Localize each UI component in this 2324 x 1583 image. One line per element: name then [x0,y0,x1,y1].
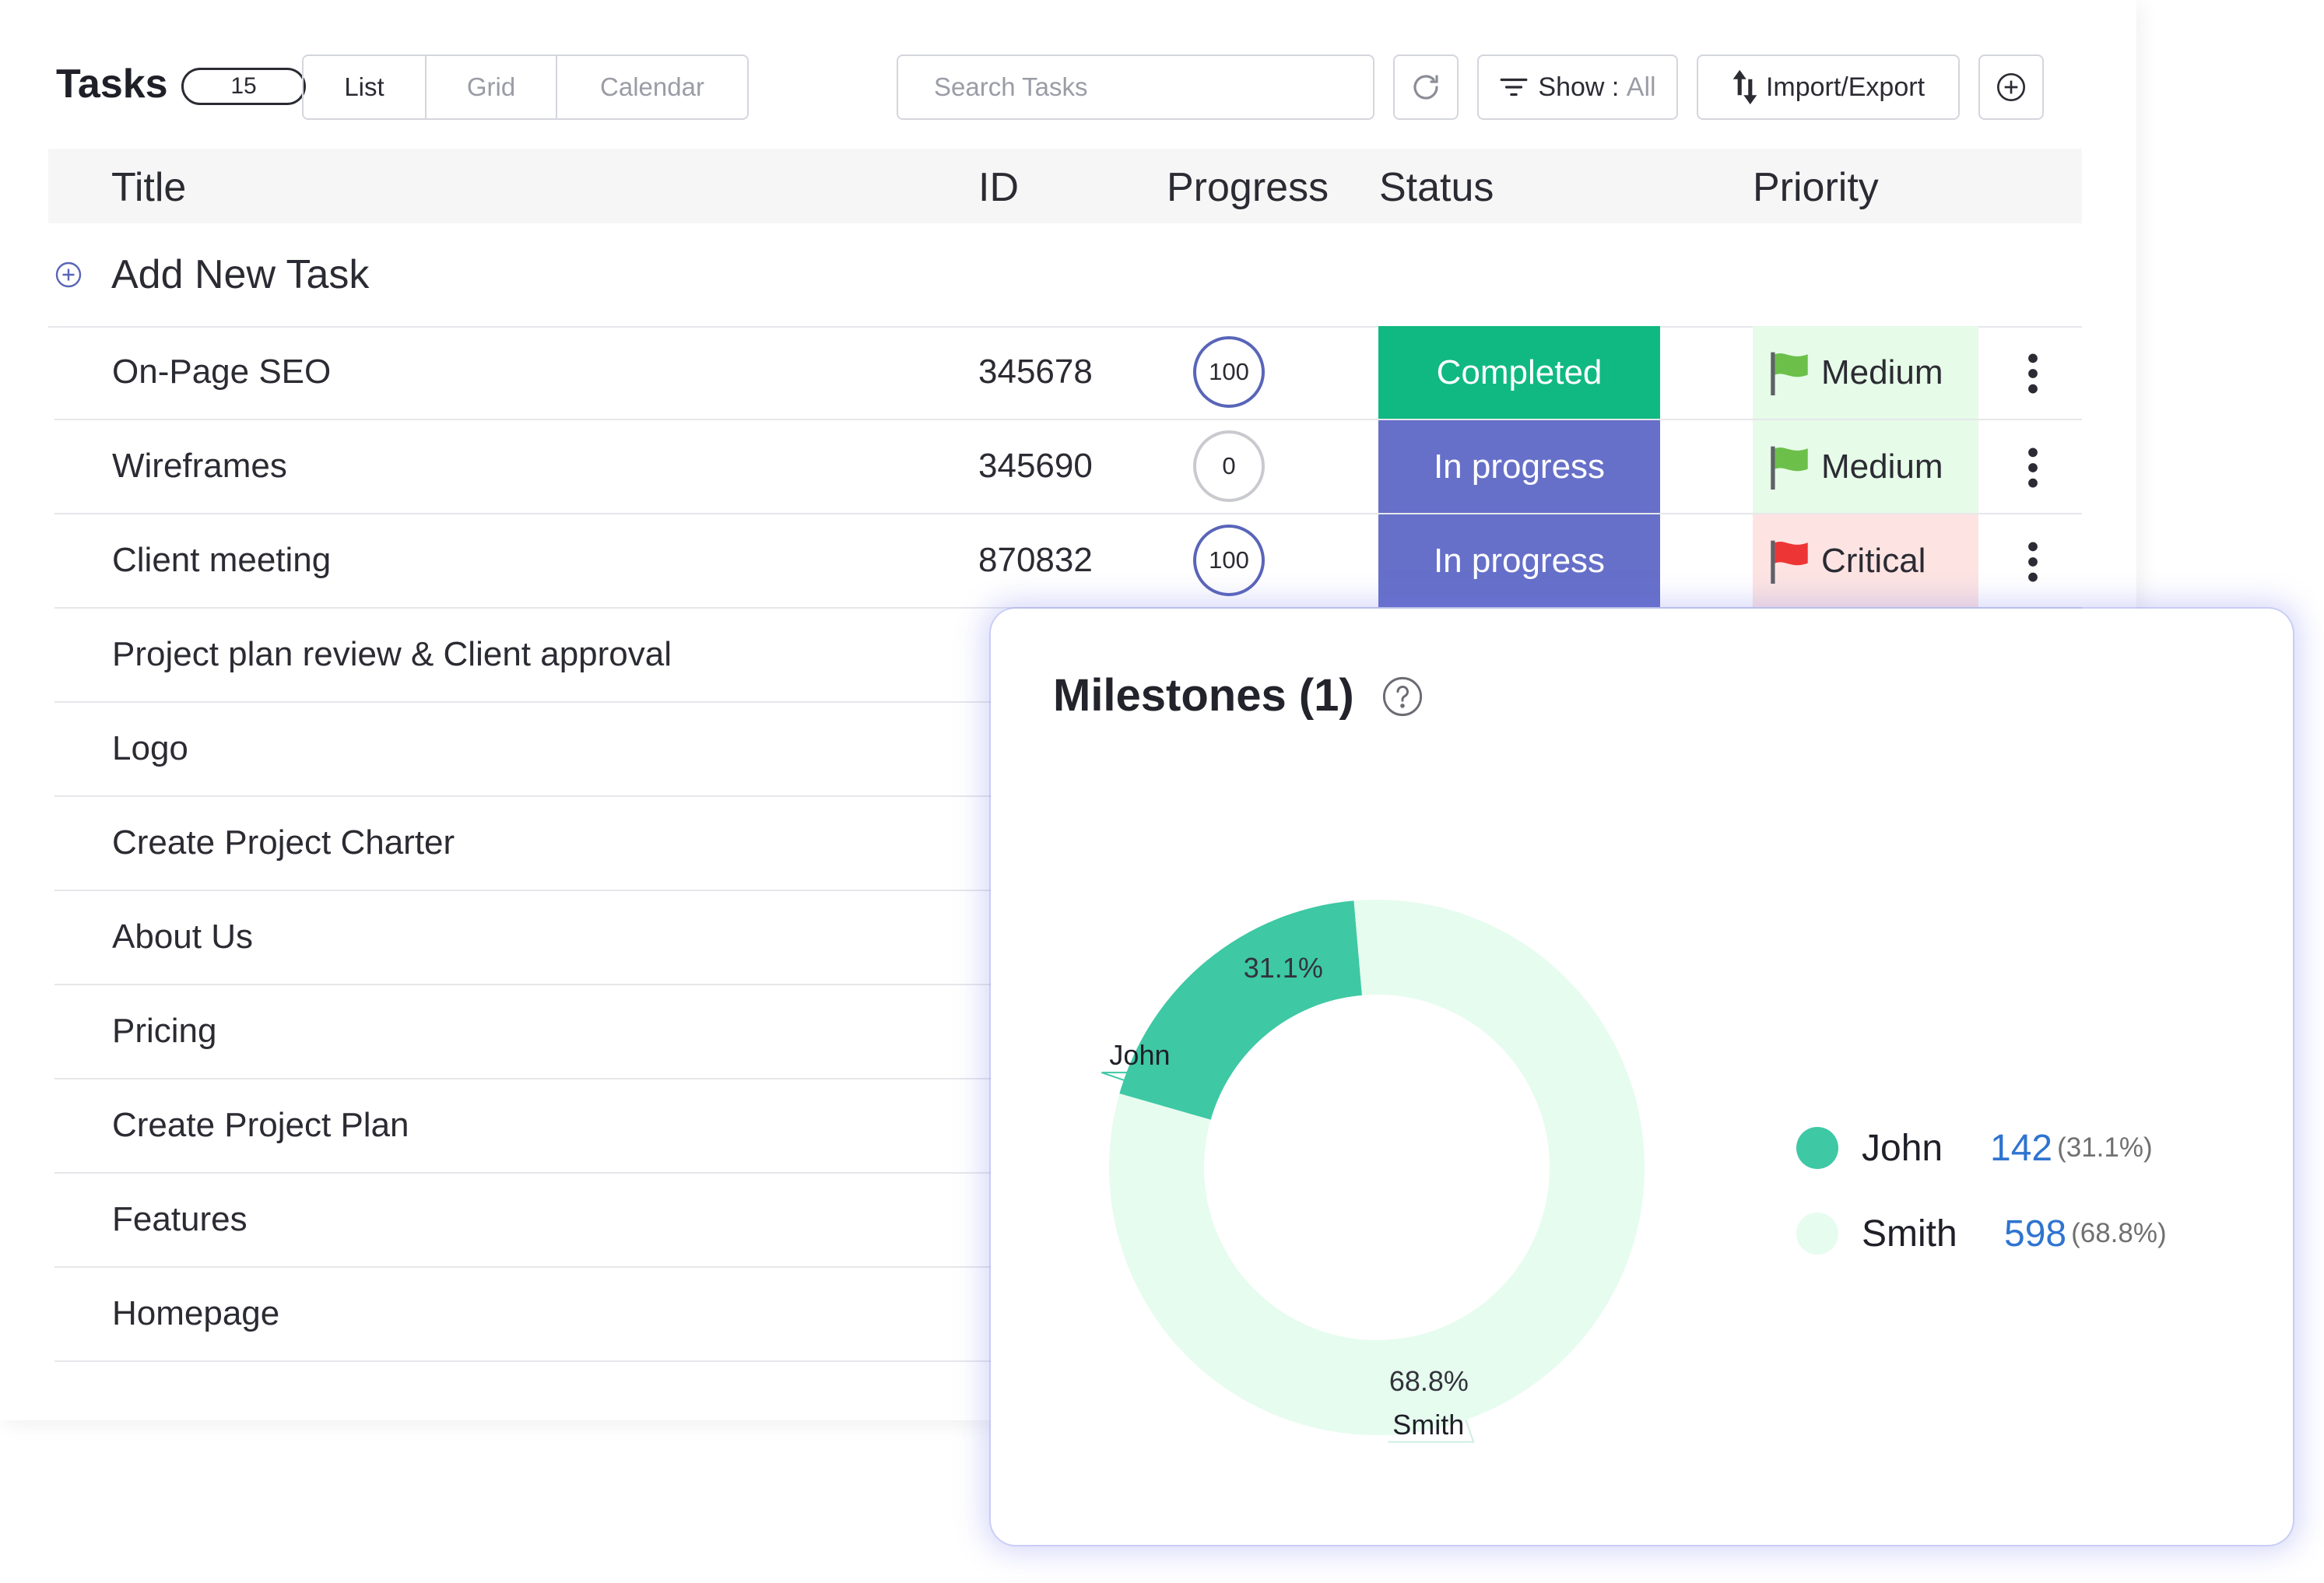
task-id: 870832 [978,541,1093,579]
milestones-title: Milestones (1) [1053,670,1354,721]
progress-indicator: 100 [1193,525,1265,596]
table-header: Title ID Progress Status Priority [48,149,2082,223]
col-status[interactable]: Status [1379,164,1494,211]
more-options-icon[interactable] [2025,353,2041,395]
help-icon[interactable] [1381,676,1424,718]
plus-circle-icon[interactable] [54,261,82,289]
show-value: All [1626,72,1656,102]
task-title[interactable]: Project plan review & Client approval [112,635,672,674]
flag-icon [1771,540,1808,584]
task-title[interactable]: Create Project Charter [112,823,455,862]
flag-icon [1771,352,1808,395]
task-title[interactable]: Wireframes [112,447,287,486]
col-progress[interactable]: Progress [1167,164,1329,211]
legend-value: 142 [1990,1127,2053,1169]
priority-label: Medium [1821,447,1943,486]
task-title[interactable]: Create Project Plan [112,1106,409,1145]
legend-item-smith[interactable]: Smith 598 (68.8%) [1796,1210,2167,1257]
more-options-icon[interactable] [2025,541,2041,583]
flag-icon [1771,446,1808,490]
legend-swatch [1796,1127,1838,1169]
legend-percent: (31.1%) [2057,1132,2153,1163]
progress-indicator: 100 [1193,336,1265,408]
progress-indicator: 0 [1193,430,1265,502]
add-task-label[interactable]: Add New Task [111,251,369,298]
priority-badge[interactable]: Medium [1753,420,1978,513]
legend-swatch [1796,1213,1838,1255]
priority-label: Critical [1821,541,1926,580]
add-task-row[interactable]: Add New Task [48,223,2082,328]
priority-badge[interactable]: Critical [1753,514,1978,607]
table-row[interactable]: On-Page SEO 345678 100 Completed Medium [54,326,2082,420]
slice-percent-label: 68.8% [1389,1365,1469,1397]
tab-grid[interactable]: Grid [427,56,557,118]
priority-badge[interactable]: Medium [1753,326,1978,419]
import-export-button[interactable]: Import/Export [1697,54,1960,120]
slice-category-label: John [1109,1039,1170,1071]
plus-circle-icon [1997,73,2025,101]
task-title[interactable]: Pricing [112,1012,217,1051]
table-row[interactable]: Client meeting 870832 100 In progress Cr… [54,514,2082,609]
milestones-card: Milestones (1) 31.1% 68.8% John Smith John … [991,609,2293,1545]
tab-list[interactable]: List [304,56,427,118]
task-title[interactable]: Logo [112,729,188,768]
legend-value: 598 [2004,1213,2067,1255]
priority-label: Medium [1821,353,1943,391]
import-export-icon [1732,69,1757,105]
col-id[interactable]: ID [978,164,1019,211]
search-input[interactable] [897,54,1374,120]
task-title[interactable]: On-Page SEO [112,353,331,391]
donut-chart: 31.1% 68.8% John Smith [1101,900,1645,1443]
more-options-icon[interactable] [2025,447,2041,489]
legend-percent: (68.8%) [2071,1218,2167,1248]
task-count-badge: 15 [181,68,306,105]
add-button[interactable] [1978,54,2044,120]
view-switch: List Grid Calendar [302,54,749,120]
task-id: 345690 [978,447,1093,485]
legend-name: John [1862,1127,1943,1169]
status-badge[interactable]: In progress [1378,420,1660,513]
refresh-button[interactable] [1393,54,1459,120]
show-filter-button[interactable]: Show : All [1477,54,1678,120]
col-priority[interactable]: Priority [1753,164,1879,211]
slice-percent-label: 31.1% [1244,952,1323,984]
page-title: Tasks [56,61,168,107]
slice-category-label: Smith [1392,1409,1464,1441]
legend-item-john[interactable]: John 142 (31.1%) [1796,1125,2153,1171]
task-title[interactable]: Client meeting [112,541,331,580]
legend-name: Smith [1862,1213,1957,1255]
status-badge[interactable]: Completed [1378,326,1660,419]
task-title[interactable]: Features [112,1200,247,1239]
table-row[interactable]: Wireframes 345690 0 In progress Medium [54,420,2082,514]
refresh-icon [1413,75,1438,100]
status-badge[interactable]: In progress [1378,514,1660,607]
toolbar: Tasks 15 List Grid Calendar Show : All I… [54,54,2136,121]
import-export-label: Import/Export [1765,72,1926,102]
task-id: 345678 [978,353,1093,391]
task-title[interactable]: About Us [112,918,253,956]
task-title[interactable]: Homepage [112,1294,279,1333]
filter-icon [1500,78,1528,97]
donut-slice-john[interactable] [1119,900,1362,1120]
tab-calendar[interactable]: Calendar [557,56,747,118]
show-label: Show : [1538,72,1627,102]
col-title[interactable]: Title [111,164,186,211]
